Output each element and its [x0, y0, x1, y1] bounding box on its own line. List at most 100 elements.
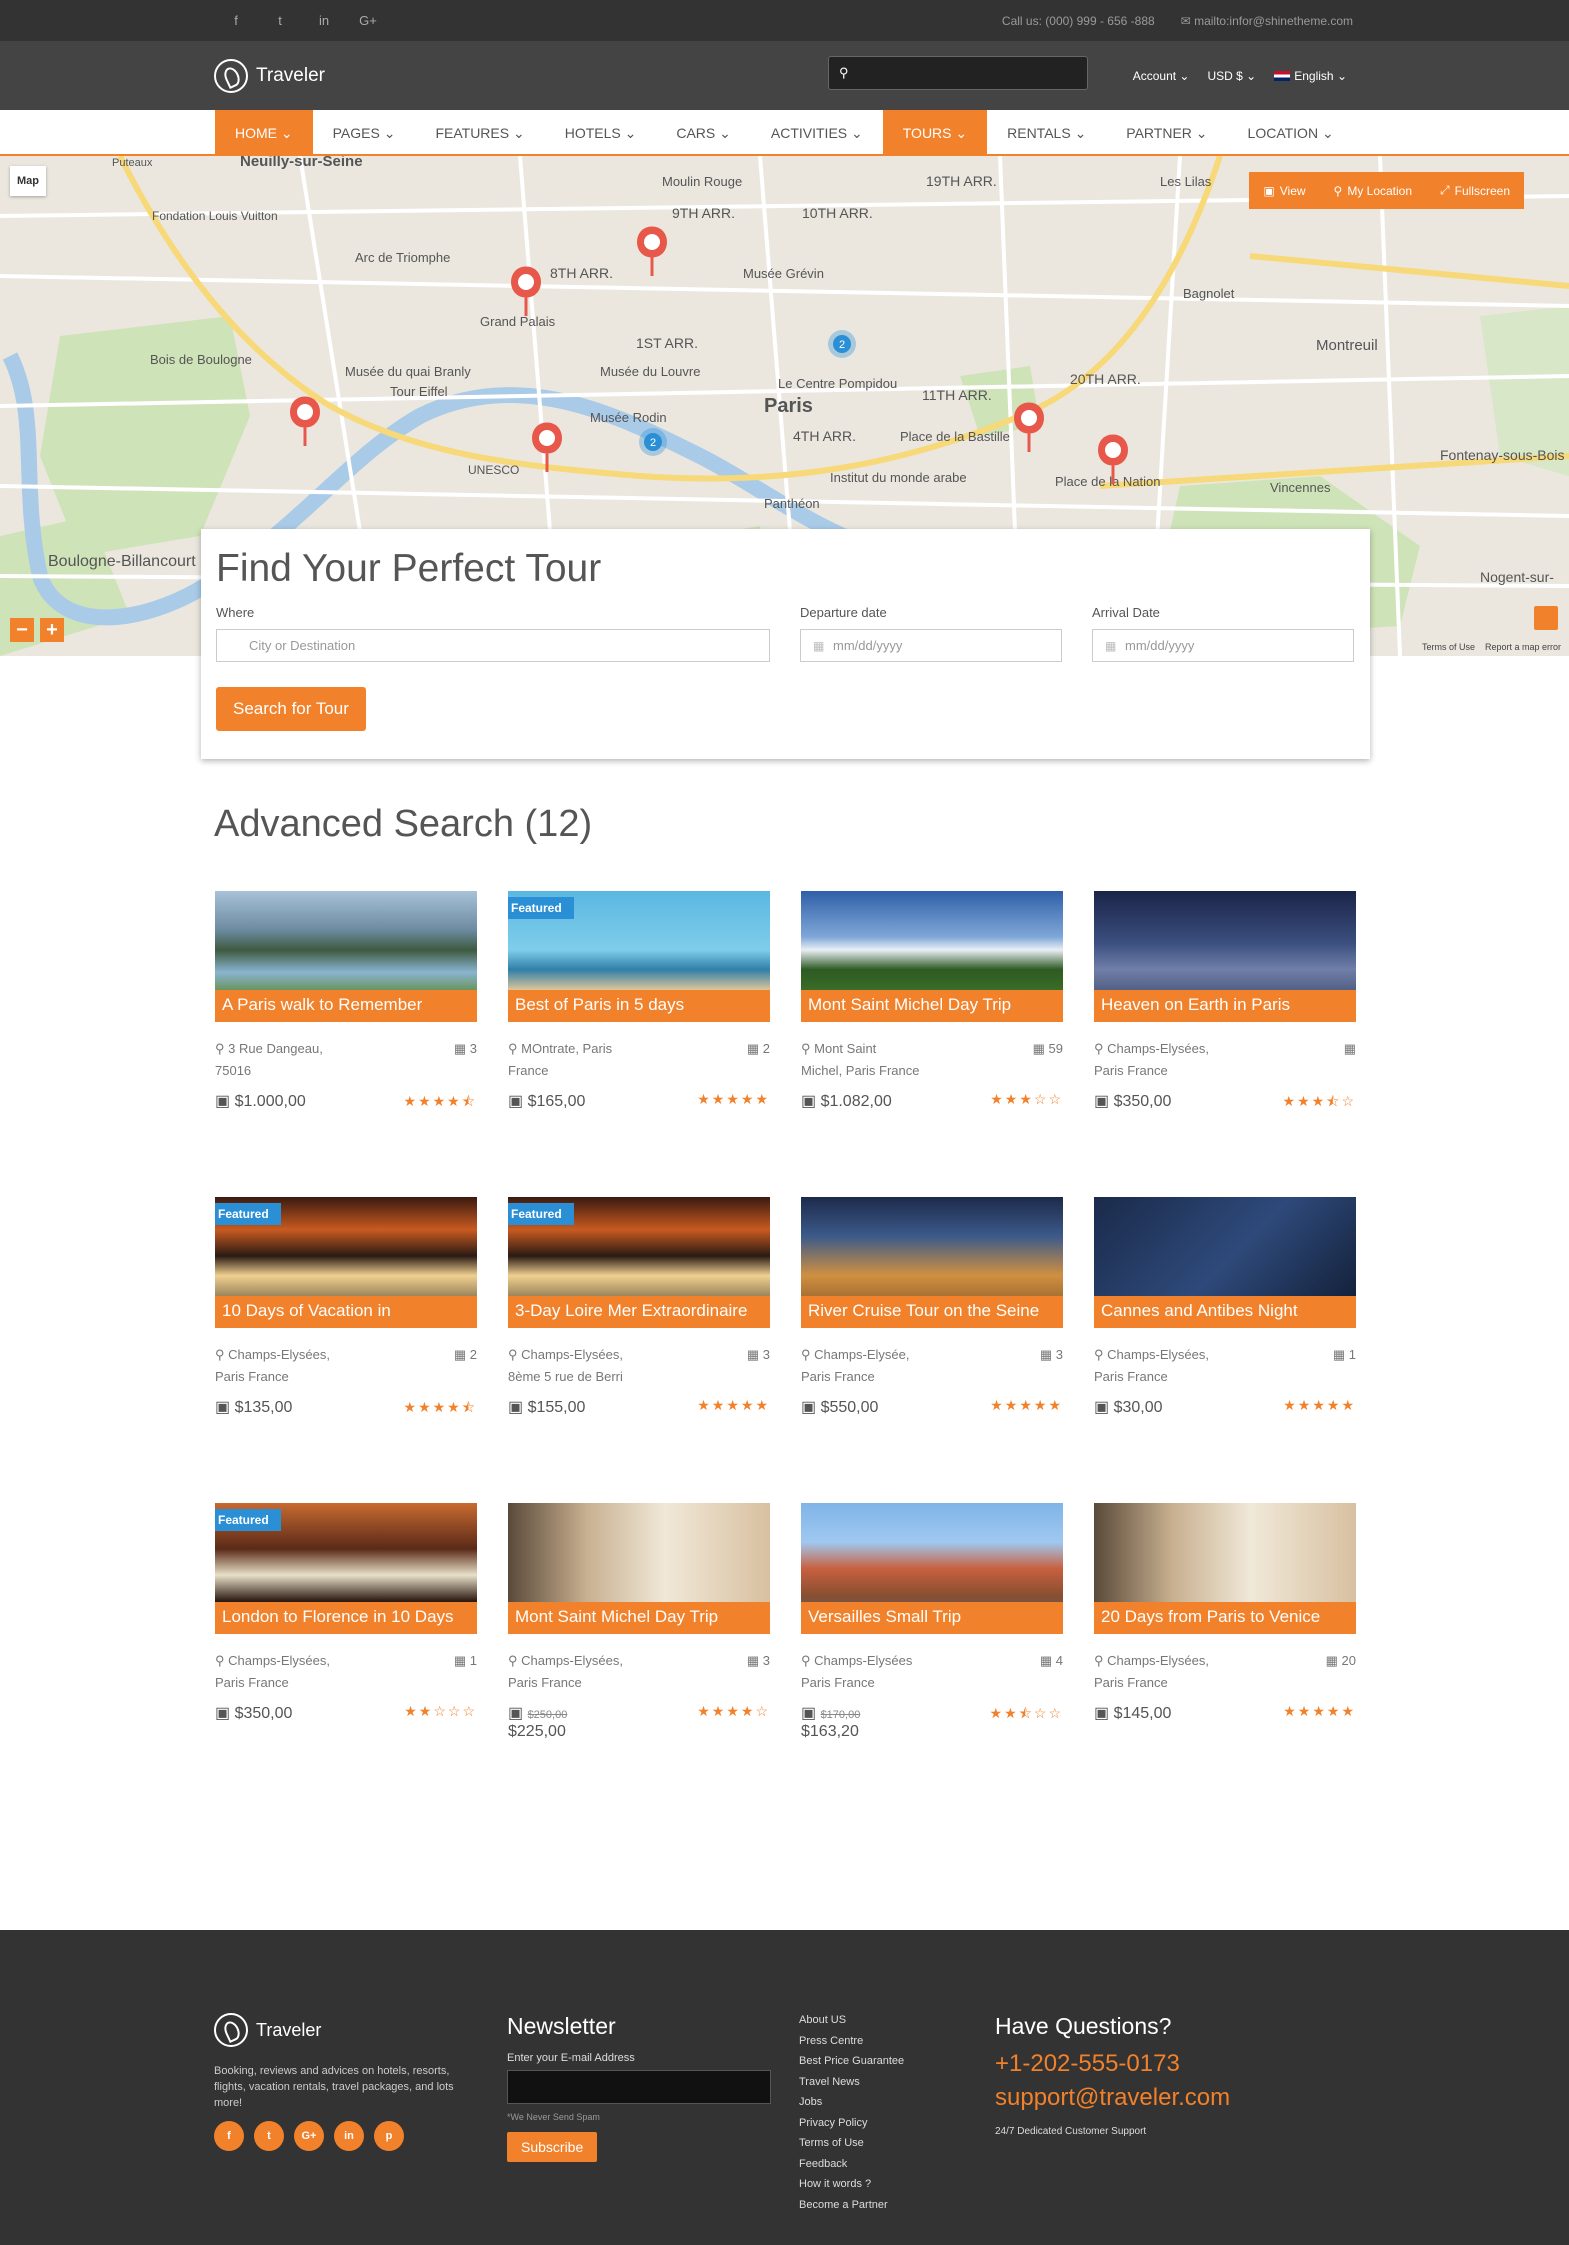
money-icon: ▣	[801, 1705, 821, 1722]
footer-link[interactable]: How it words ?	[799, 2174, 904, 2195]
my-location-button[interactable]: ⚲ My Location	[1320, 172, 1427, 209]
header-search-input[interactable]: ⚲	[828, 56, 1088, 90]
linkedin-icon[interactable]: in	[302, 13, 346, 28]
nav-location[interactable]: LOCATION ⌄	[1228, 110, 1354, 156]
money-icon: ▣	[508, 1399, 528, 1416]
zoom-out-button[interactable]: −	[10, 618, 34, 642]
footer-link[interactable]: Terms of Use	[799, 2133, 904, 2154]
footer-link[interactable]: Best Price Guarantee	[799, 2051, 904, 2072]
google-plus-icon[interactable]: G+	[294, 2121, 324, 2151]
tour-thumbnail[interactable]: Cannes and Antibes Night	[1094, 1197, 1356, 1328]
street-view-icon[interactable]	[1534, 606, 1558, 630]
account-dropdown[interactable]: Account ⌄	[1133, 69, 1190, 83]
tour-title[interactable]: London to Florence in 10 Days	[215, 1602, 477, 1634]
tour-thumbnail[interactable]: A Paris walk to Remember	[215, 891, 477, 1022]
language-dropdown[interactable]: English ⌄	[1274, 69, 1347, 83]
tour-card[interactable]: Heaven on Earth in Paris ⚲ Champs-Elysée…	[1094, 891, 1356, 1197]
footer-link[interactable]: Jobs	[799, 2092, 904, 2113]
nav-hotels[interactable]: HOTELS ⌄	[545, 110, 657, 156]
map-terms-link[interactable]: Terms of Use	[1422, 642, 1475, 652]
nav-features[interactable]: FEATURES ⌄	[415, 110, 544, 156]
tour-card[interactable]: Featured 10 Days of Vacation in ⚲ Champs…	[215, 1197, 477, 1503]
facebook-icon[interactable]: f	[214, 13, 258, 28]
where-input[interactable]: City or Destination	[216, 629, 770, 662]
tour-count: ▦ 3	[1039, 1347, 1063, 1362]
tour-thumbnail[interactable]: Mont Saint Michel Day Trip	[508, 1503, 770, 1634]
tour-card[interactable]: Mont Saint Michel Day Trip ⚲ Mont Saint …	[801, 891, 1063, 1197]
tour-title[interactable]: Mont Saint Michel Day Trip	[801, 990, 1063, 1022]
tour-card[interactable]: River Cruise Tour on the Seine ⚲ Champs-…	[801, 1197, 1063, 1503]
tour-thumbnail[interactable]: Featured London to Florence in 10 Days	[215, 1503, 477, 1634]
tour-title[interactable]: A Paris walk to Remember	[215, 990, 477, 1022]
footer-phone[interactable]: +1-202-555-0173	[995, 2050, 1230, 2078]
linkedin-icon[interactable]: in	[334, 2121, 364, 2151]
tour-price-row: ▣ $350,00 ★★★⯪☆	[1094, 1091, 1356, 1115]
zoom-in-button[interactable]: +	[40, 618, 64, 642]
tour-title[interactable]: Cannes and Antibes Night	[1094, 1296, 1356, 1328]
fullscreen-button[interactable]: ⤢ Fullscreen	[1426, 172, 1524, 209]
google-plus-icon[interactable]: G+	[346, 13, 390, 28]
map-place: Musée Grévin	[743, 266, 824, 281]
tour-card[interactable]: Featured London to Florence in 10 Days ⚲…	[215, 1503, 477, 1809]
site-logo[interactable]: Traveler	[214, 58, 325, 93]
nav-pages[interactable]: PAGES ⌄	[313, 110, 416, 156]
tour-title[interactable]: 10 Days of Vacation in	[215, 1296, 477, 1328]
tour-thumbnail[interactable]: Versailles Small Trip	[801, 1503, 1063, 1634]
map-view-button[interactable]: ▣ View	[1249, 172, 1319, 209]
pinterest-icon[interactable]: p	[374, 2121, 404, 2151]
tour-title[interactable]: Versailles Small Trip	[801, 1602, 1063, 1634]
footer-link[interactable]: Feedback	[799, 2154, 904, 2175]
arrival-date-input[interactable]: ▦ mm/dd/yyyy	[1092, 629, 1354, 662]
tour-title[interactable]: 20 Days from Paris to Venice	[1094, 1602, 1356, 1634]
chevron-down-icon: ⌄	[719, 124, 731, 141]
nav-rentals[interactable]: RENTALS ⌄	[987, 110, 1106, 156]
tour-title[interactable]: Heaven on Earth in Paris	[1094, 990, 1356, 1022]
map-cluster[interactable]: 2	[639, 428, 667, 456]
map-report-link[interactable]: Report a map error	[1485, 642, 1561, 652]
nav-activities[interactable]: ACTIVITIES ⌄	[751, 110, 883, 156]
calendar-icon: ▦	[1343, 1041, 1356, 1056]
footer-link[interactable]: Become a Partner	[799, 2195, 904, 2216]
twitter-icon[interactable]: t	[254, 2121, 284, 2151]
tour-title[interactable]: Mont Saint Michel Day Trip	[508, 1602, 770, 1634]
nav-partner[interactable]: PARTNER ⌄	[1106, 110, 1227, 156]
tour-thumbnail[interactable]: Heaven on Earth in Paris	[1094, 891, 1356, 1022]
footer-link[interactable]: Privacy Policy	[799, 2113, 904, 2134]
location-pin-icon: ⚲	[508, 1653, 522, 1668]
nav-tours[interactable]: TOURS ⌄	[882, 110, 988, 156]
newsletter-email-input[interactable]	[507, 2070, 771, 2104]
tour-card[interactable]: A Paris walk to Remember ⚲ 3 Rue Dangeau…	[215, 891, 477, 1197]
departure-date-input[interactable]: ▦ mm/dd/yyyy	[800, 629, 1062, 662]
tour-title[interactable]: River Cruise Tour on the Seine	[801, 1296, 1063, 1328]
footer-logo[interactable]: Traveler	[214, 2013, 464, 2047]
tour-thumbnail[interactable]: Featured 10 Days of Vacation in	[215, 1197, 477, 1328]
facebook-icon[interactable]: f	[214, 2121, 244, 2151]
tour-card[interactable]: Mont Saint Michel Day Trip ⚲ Champs-Elys…	[508, 1503, 770, 1809]
tour-title[interactable]: Best of Paris in 5 days	[508, 990, 770, 1022]
tour-thumbnail[interactable]: Featured 3-Day Loire Mer Extraordinaire	[508, 1197, 770, 1328]
nav-cars[interactable]: CARS ⌄	[656, 110, 751, 156]
tour-title[interactable]: 3-Day Loire Mer Extraordinaire	[508, 1296, 770, 1328]
tour-thumbnail[interactable]: Featured Best of Paris in 5 days	[508, 891, 770, 1022]
footer-link[interactable]: Press Centre	[799, 2031, 904, 2052]
nav-home[interactable]: HOME ⌄	[215, 110, 313, 156]
footer-link[interactable]: Travel News	[799, 2072, 904, 2093]
search-tour-button[interactable]: Search for Tour	[216, 687, 366, 731]
map-cluster[interactable]: 2	[828, 330, 856, 358]
email-link[interactable]: ✉ mailto:infor@shinetheme.com	[1181, 14, 1353, 28]
tour-card[interactable]: Featured 3-Day Loire Mer Extraordinaire …	[508, 1197, 770, 1503]
subscribe-button[interactable]: Subscribe	[507, 2132, 598, 2162]
tour-thumbnail[interactable]: 20 Days from Paris to Venice	[1094, 1503, 1356, 1634]
currency-dropdown[interactable]: USD $ ⌄	[1207, 69, 1256, 83]
tour-card[interactable]: Cannes and Antibes Night ⚲ Champs-Elysée…	[1094, 1197, 1356, 1503]
tour-thumbnail[interactable]: River Cruise Tour on the Seine	[801, 1197, 1063, 1328]
footer-email[interactable]: support@traveler.com	[995, 2084, 1230, 2112]
footer-link[interactable]: About US	[799, 2010, 904, 2031]
twitter-icon[interactable]: t	[258, 13, 302, 28]
location-pin-icon: ⚲	[215, 1653, 229, 1668]
map-type-button[interactable]: Map	[10, 166, 46, 196]
tour-card[interactable]: Featured Best of Paris in 5 days ⚲ MOntr…	[508, 891, 770, 1197]
tour-card[interactable]: 20 Days from Paris to Venice ⚲ Champs-El…	[1094, 1503, 1356, 1809]
tour-thumbnail[interactable]: Mont Saint Michel Day Trip	[801, 891, 1063, 1022]
tour-card[interactable]: Versailles Small Trip ⚲ Champs-Elysées P…	[801, 1503, 1063, 1809]
